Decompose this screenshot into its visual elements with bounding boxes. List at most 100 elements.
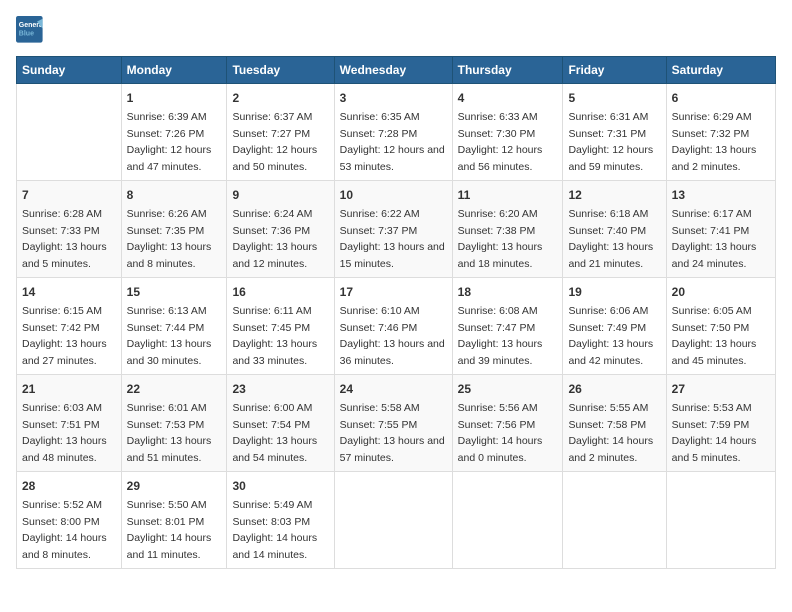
day-info: Sunrise: 6:17 AMSunset: 7:41 PMDaylight:… <box>672 208 757 270</box>
calendar-cell <box>666 472 775 569</box>
day-info: Sunrise: 6:00 AMSunset: 7:54 PMDaylight:… <box>232 402 317 464</box>
day-number: 17 <box>340 283 447 301</box>
column-header-saturday: Saturday <box>666 57 775 84</box>
column-header-wednesday: Wednesday <box>334 57 452 84</box>
calendar-cell: 11 Sunrise: 6:20 AMSunset: 7:38 PMDayligh… <box>452 181 563 278</box>
calendar-week-row: 1 Sunrise: 6:39 AMSunset: 7:26 PMDaylight… <box>17 84 776 181</box>
calendar-cell: 14 Sunrise: 6:15 AMSunset: 7:42 PMDayligh… <box>17 278 122 375</box>
day-number: 12 <box>568 186 660 204</box>
calendar-cell: 29 Sunrise: 5:50 AMSunset: 8:01 PMDayligh… <box>121 472 227 569</box>
calendar-cell: 4 Sunrise: 6:33 AMSunset: 7:30 PMDaylight… <box>452 84 563 181</box>
calendar-cell: 23 Sunrise: 6:00 AMSunset: 7:54 PMDayligh… <box>227 375 334 472</box>
column-header-sunday: Sunday <box>17 57 122 84</box>
calendar-cell: 20 Sunrise: 6:05 AMSunset: 7:50 PMDayligh… <box>666 278 775 375</box>
day-info: Sunrise: 6:06 AMSunset: 7:49 PMDaylight:… <box>568 305 653 367</box>
day-number: 25 <box>458 380 558 398</box>
calendar-cell <box>17 84 122 181</box>
calendar-cell: 9 Sunrise: 6:24 AMSunset: 7:36 PMDaylight… <box>227 181 334 278</box>
day-info: Sunrise: 6:39 AMSunset: 7:26 PMDaylight:… <box>127 111 212 173</box>
day-number: 2 <box>232 89 328 107</box>
day-info: Sunrise: 6:22 AMSunset: 7:37 PMDaylight:… <box>340 208 445 270</box>
day-number: 23 <box>232 380 328 398</box>
calendar-week-row: 21Sunrise: 6:03 AMSunset: 7:51 PMDayligh… <box>17 375 776 472</box>
day-info: Sunrise: 6:26 AMSunset: 7:35 PMDaylight:… <box>127 208 212 270</box>
calendar-cell <box>563 472 666 569</box>
day-info: Sunrise: 6:37 AMSunset: 7:27 PMDaylight:… <box>232 111 317 173</box>
day-info: Sunrise: 6:13 AMSunset: 7:44 PMDaylight:… <box>127 305 212 367</box>
day-info: Sunrise: 5:58 AMSunset: 7:55 PMDaylight:… <box>340 402 445 464</box>
calendar-cell: 15Sunrise: 6:13 AMSunset: 7:44 PMDayligh… <box>121 278 227 375</box>
day-info: Sunrise: 5:55 AMSunset: 7:58 PMDaylight:… <box>568 402 653 464</box>
day-number: 3 <box>340 89 447 107</box>
calendar-cell: 5Sunrise: 6:31 AMSunset: 7:31 PMDaylight… <box>563 84 666 181</box>
day-number: 16 <box>232 283 328 301</box>
day-number: 13 <box>672 186 770 204</box>
day-info: Sunrise: 5:50 AMSunset: 8:01 PMDaylight:… <box>127 499 212 561</box>
day-number: 28 <box>22 477 116 495</box>
day-number: 24 <box>340 380 447 398</box>
calendar-cell: 6Sunrise: 6:29 AMSunset: 7:32 PMDaylight… <box>666 84 775 181</box>
day-number: 22 <box>127 380 222 398</box>
day-number: 9 <box>232 186 328 204</box>
day-info: Sunrise: 6:28 AMSunset: 7:33 PMDaylight:… <box>22 208 107 270</box>
calendar-cell: 3 Sunrise: 6:35 AMSunset: 7:28 PMDaylight… <box>334 84 452 181</box>
column-header-tuesday: Tuesday <box>227 57 334 84</box>
calendar-cell: 26 Sunrise: 5:55 AMSunset: 7:58 PMDayligh… <box>563 375 666 472</box>
day-info: Sunrise: 5:56 AMSunset: 7:56 PMDaylight:… <box>458 402 543 464</box>
day-info: Sunrise: 6:35 AMSunset: 7:28 PMDaylight:… <box>340 111 445 173</box>
day-info: Sunrise: 6:03 AMSunset: 7:51 PMDaylight:… <box>22 402 107 464</box>
day-info: Sunrise: 5:49 AMSunset: 8:03 PMDaylight:… <box>232 499 317 561</box>
column-header-thursday: Thursday <box>452 57 563 84</box>
day-number: 19 <box>568 283 660 301</box>
calendar-cell: 10 Sunrise: 6:22 AMSunset: 7:37 PMDayligh… <box>334 181 452 278</box>
calendar-cell: 7 Sunrise: 6:28 AMSunset: 7:33 PMDaylight… <box>17 181 122 278</box>
calendar-cell: 19 Sunrise: 6:06 AMSunset: 7:49 PMDayligh… <box>563 278 666 375</box>
column-header-monday: Monday <box>121 57 227 84</box>
day-info: Sunrise: 6:33 AMSunset: 7:30 PMDaylight:… <box>458 111 543 173</box>
logo: General Blue <box>16 16 44 44</box>
day-number: 6 <box>672 89 770 107</box>
calendar-cell: 16 Sunrise: 6:11 AMSunset: 7:45 PMDayligh… <box>227 278 334 375</box>
day-number: 8 <box>127 186 222 204</box>
logo-icon: General Blue <box>16 16 44 44</box>
day-number: 30 <box>232 477 328 495</box>
calendar-cell: 8 Sunrise: 6:26 AMSunset: 7:35 PMDaylight… <box>121 181 227 278</box>
day-number: 20 <box>672 283 770 301</box>
calendar-cell <box>334 472 452 569</box>
day-number: 26 <box>568 380 660 398</box>
day-number: 4 <box>458 89 558 107</box>
day-number: 7 <box>22 186 116 204</box>
day-info: Sunrise: 6:24 AMSunset: 7:36 PMDaylight:… <box>232 208 317 270</box>
day-info: Sunrise: 6:20 AMSunset: 7:38 PMDaylight:… <box>458 208 543 270</box>
calendar-header-row: SundayMondayTuesdayWednesdayThursdayFrid… <box>17 57 776 84</box>
day-info: Sunrise: 6:11 AMSunset: 7:45 PMDaylight:… <box>232 305 317 367</box>
calendar-cell: 27 Sunrise: 5:53 AMSunset: 7:59 PMDayligh… <box>666 375 775 472</box>
svg-text:Blue: Blue <box>19 31 34 38</box>
day-info: Sunrise: 6:01 AMSunset: 7:53 PMDaylight:… <box>127 402 212 464</box>
day-number: 29 <box>127 477 222 495</box>
calendar-cell: 2 Sunrise: 6:37 AMSunset: 7:27 PMDaylight… <box>227 84 334 181</box>
calendar-cell: 1 Sunrise: 6:39 AMSunset: 7:26 PMDaylight… <box>121 84 227 181</box>
day-info: Sunrise: 6:10 AMSunset: 7:46 PMDaylight:… <box>340 305 445 367</box>
calendar-cell: 30 Sunrise: 5:49 AMSunset: 8:03 PMDayligh… <box>227 472 334 569</box>
page-header: General Blue <box>16 16 776 44</box>
day-info: Sunrise: 6:18 AMSunset: 7:40 PMDaylight:… <box>568 208 653 270</box>
day-number: 11 <box>458 186 558 204</box>
day-info: Sunrise: 6:08 AMSunset: 7:47 PMDaylight:… <box>458 305 543 367</box>
day-number: 27 <box>672 380 770 398</box>
day-info: Sunrise: 5:53 AMSunset: 7:59 PMDaylight:… <box>672 402 757 464</box>
day-number: 14 <box>22 283 116 301</box>
calendar-week-row: 14 Sunrise: 6:15 AMSunset: 7:42 PMDayligh… <box>17 278 776 375</box>
calendar-cell <box>452 472 563 569</box>
calendar-cell: 17 Sunrise: 6:10 AMSunset: 7:46 PMDayligh… <box>334 278 452 375</box>
day-info: Sunrise: 6:05 AMSunset: 7:50 PMDaylight:… <box>672 305 757 367</box>
day-info: Sunrise: 6:15 AMSunset: 7:42 PMDaylight:… <box>22 305 107 367</box>
day-info: Sunrise: 6:31 AMSunset: 7:31 PMDaylight:… <box>568 111 653 173</box>
calendar-cell: 21Sunrise: 6:03 AMSunset: 7:51 PMDayligh… <box>17 375 122 472</box>
day-number: 18 <box>458 283 558 301</box>
column-header-friday: Friday <box>563 57 666 84</box>
day-number: 1 <box>127 89 222 107</box>
calendar-cell: 12 Sunrise: 6:18 AMSunset: 7:40 PMDayligh… <box>563 181 666 278</box>
calendar-cell: 25 Sunrise: 5:56 AMSunset: 7:56 PMDayligh… <box>452 375 563 472</box>
day-number: 10 <box>340 186 447 204</box>
